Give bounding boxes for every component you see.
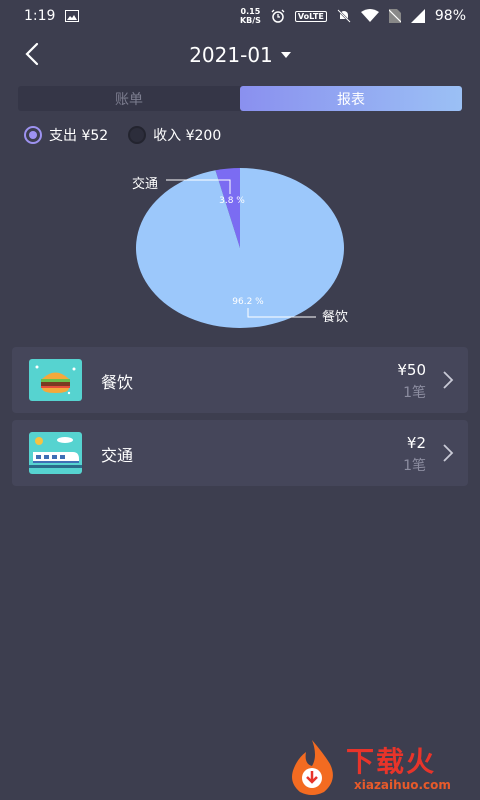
radio-selected-icon bbox=[24, 126, 42, 144]
pie-percent-label-dining: 96.2 % bbox=[232, 297, 264, 307]
status-bar: 1:19 0.15 KB/S VoLTE 98% bbox=[0, 0, 480, 32]
chevron-right-icon bbox=[443, 444, 454, 462]
status-bar-left: 1:19 bbox=[24, 8, 80, 24]
category-amount: ¥50 bbox=[397, 361, 426, 379]
watermark-title: 下载火 bbox=[346, 745, 437, 778]
category-name: 餐饮 bbox=[101, 373, 134, 392]
month-label: 2021-01 bbox=[189, 43, 273, 67]
alarm-icon bbox=[271, 9, 285, 23]
chevron-right-icon bbox=[443, 371, 454, 389]
expense-label: 支出 ¥52 bbox=[49, 128, 109, 144]
expense-radio[interactable]: 支出 ¥52 bbox=[24, 125, 108, 145]
no-sim-icon bbox=[388, 9, 401, 23]
flame-logo-icon bbox=[292, 740, 333, 795]
battery-level: 98% bbox=[434, 8, 466, 24]
status-bar-right: 0.15 KB/S VoLTE 98% bbox=[240, 7, 466, 25]
header: 2021-01 bbox=[0, 32, 480, 78]
category-card-transport[interactable]: 交通 ¥2 1笔 bbox=[12, 420, 468, 486]
mute-bell-icon bbox=[337, 9, 351, 23]
category-amount: ¥2 bbox=[406, 434, 426, 452]
status-time: 1:19 bbox=[24, 8, 56, 24]
radio-unselected-icon bbox=[128, 126, 147, 144]
back-arrow-icon[interactable] bbox=[18, 40, 48, 70]
signal-icon bbox=[410, 9, 425, 23]
caret-down-icon bbox=[280, 52, 291, 58]
net-speed: 0.15 KB/S bbox=[239, 7, 261, 25]
pie-chart: 3.8 % 交通 96.2 % 餐饮 bbox=[132, 168, 348, 328]
watermark-url: xiazaihuo.com bbox=[354, 778, 451, 792]
income-label: 收入 ¥200 bbox=[153, 128, 222, 144]
pie-percent-label-transport: 3.8 % bbox=[219, 196, 245, 206]
month-selector[interactable]: 2021-01 bbox=[189, 43, 291, 67]
pie-category-label-transport: 交通 bbox=[132, 176, 158, 192]
train-icon bbox=[29, 432, 82, 474]
watermark-logo: 下载火 xiazaihuo.com bbox=[284, 738, 474, 796]
burger-icon bbox=[29, 359, 82, 401]
tab-bill[interactable]: 账单 bbox=[18, 86, 240, 111]
category-card-dining[interactable]: 餐饮 ¥50 1笔 bbox=[12, 347, 468, 413]
category-name: 交通 bbox=[101, 446, 134, 465]
volte-badge: VoLTE bbox=[294, 10, 327, 22]
income-radio[interactable]: 收入 ¥200 bbox=[128, 125, 221, 145]
tab-report[interactable]: 报表 bbox=[240, 86, 462, 111]
type-toggle: 支出 ¥52 收入 ¥200 bbox=[24, 125, 480, 145]
category-count: 1笔 bbox=[403, 385, 426, 401]
pie-category-label-dining: 餐饮 bbox=[322, 309, 348, 325]
category-count: 1笔 bbox=[403, 458, 426, 474]
view-tabs: 账单 报表 bbox=[18, 86, 462, 111]
image-notification-icon bbox=[65, 10, 80, 22]
wifi-icon bbox=[360, 9, 379, 22]
